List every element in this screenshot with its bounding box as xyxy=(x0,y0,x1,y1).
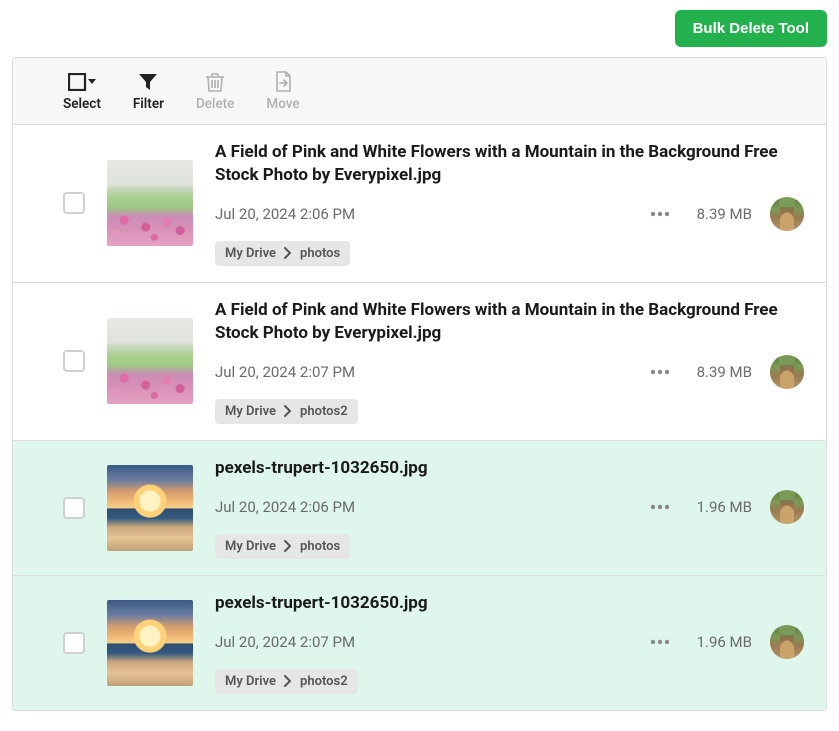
delete-tool: Delete xyxy=(196,72,234,112)
move-tool: Move xyxy=(266,72,299,112)
file-list: A Field of Pink and White Flowers with a… xyxy=(13,125,826,710)
more-actions-button[interactable] xyxy=(646,500,674,514)
filter-icon xyxy=(138,72,158,92)
owner-avatar[interactable] xyxy=(770,490,804,524)
delete-label: Delete xyxy=(196,96,234,112)
chevron-right-icon xyxy=(284,405,292,417)
toolbar: Select Filter Delete xyxy=(13,58,826,125)
file-midline: Jul 20, 2024 2:06 PM 8.39 MB xyxy=(215,197,804,231)
trash-icon xyxy=(206,72,224,92)
filter-label: Filter xyxy=(133,96,164,112)
file-size: 8.39 MB xyxy=(692,205,752,223)
chevron-right-icon xyxy=(284,540,292,552)
row-checkbox[interactable] xyxy=(63,350,85,372)
file-title: pexels-trupert-1032650.jpg xyxy=(215,592,804,615)
more-actions-button[interactable] xyxy=(646,365,674,379)
more-actions-button[interactable] xyxy=(646,207,674,221)
file-path-chip[interactable]: My Drive photos2 xyxy=(215,399,358,424)
move-label: Move xyxy=(266,96,299,112)
file-path-chip[interactable]: My Drive photos xyxy=(215,534,350,559)
owner-avatar[interactable] xyxy=(770,355,804,389)
file-size: 1.96 MB xyxy=(692,498,752,516)
select-label: Select xyxy=(63,96,101,112)
file-date: Jul 20, 2024 2:07 PM xyxy=(215,363,628,381)
path-folder: photos2 xyxy=(300,404,348,419)
file-date: Jul 20, 2024 2:06 PM xyxy=(215,498,628,516)
file-row[interactable]: pexels-trupert-1032650.jpg Jul 20, 2024 … xyxy=(13,441,826,576)
row-checkbox[interactable] xyxy=(63,632,85,654)
file-title: A Field of Pink and White Flowers with a… xyxy=(215,299,804,345)
more-horizontal-icon xyxy=(650,639,670,645)
file-row[interactable]: A Field of Pink and White Flowers with a… xyxy=(13,125,826,283)
bulk-delete-button[interactable]: Bulk Delete Tool xyxy=(675,10,827,47)
path-root: My Drive xyxy=(225,246,276,261)
file-panel: Select Filter Delete xyxy=(12,57,827,711)
more-horizontal-icon xyxy=(650,211,670,217)
move-file-icon xyxy=(274,72,292,92)
file-meta: pexels-trupert-1032650.jpg Jul 20, 2024 … xyxy=(215,457,804,559)
chevron-right-icon xyxy=(284,247,292,259)
file-meta: A Field of Pink and White Flowers with a… xyxy=(215,299,804,424)
file-meta: pexels-trupert-1032650.jpg Jul 20, 2024 … xyxy=(215,592,804,694)
file-midline: Jul 20, 2024 2:07 PM 8.39 MB xyxy=(215,355,804,389)
more-horizontal-icon xyxy=(650,369,670,375)
path-root: My Drive xyxy=(225,539,276,554)
more-horizontal-icon xyxy=(650,504,670,510)
more-actions-button[interactable] xyxy=(646,635,674,649)
file-row[interactable]: A Field of Pink and White Flowers with a… xyxy=(13,283,826,441)
path-root: My Drive xyxy=(225,674,276,689)
file-path-chip[interactable]: My Drive photos xyxy=(215,241,350,266)
path-folder: photos2 xyxy=(300,674,348,689)
row-checkbox[interactable] xyxy=(63,192,85,214)
file-title: pexels-trupert-1032650.jpg xyxy=(215,457,804,480)
file-midline: Jul 20, 2024 2:06 PM 1.96 MB xyxy=(215,490,804,524)
filter-tool[interactable]: Filter xyxy=(133,72,164,112)
top-actions: Bulk Delete Tool xyxy=(12,10,827,47)
file-meta: A Field of Pink and White Flowers with a… xyxy=(215,141,804,266)
file-row[interactable]: pexels-trupert-1032650.jpg Jul 20, 2024 … xyxy=(13,576,826,710)
file-date: Jul 20, 2024 2:06 PM xyxy=(215,205,628,223)
file-thumbnail[interactable] xyxy=(107,600,193,686)
owner-avatar[interactable] xyxy=(770,625,804,659)
file-date: Jul 20, 2024 2:07 PM xyxy=(215,633,628,651)
file-thumbnail[interactable] xyxy=(107,160,193,246)
row-checkbox[interactable] xyxy=(63,497,85,519)
select-tool[interactable]: Select xyxy=(63,72,101,112)
path-folder: photos xyxy=(300,246,340,261)
chevron-right-icon xyxy=(284,675,292,687)
path-folder: photos xyxy=(300,539,340,554)
file-size: 8.39 MB xyxy=(692,363,752,381)
file-midline: Jul 20, 2024 2:07 PM 1.96 MB xyxy=(215,625,804,659)
file-size: 1.96 MB xyxy=(692,633,752,651)
file-thumbnail[interactable] xyxy=(107,318,193,404)
owner-avatar[interactable] xyxy=(770,197,804,231)
file-title: A Field of Pink and White Flowers with a… xyxy=(215,141,804,187)
path-root: My Drive xyxy=(225,404,276,419)
select-checkbox-icon xyxy=(68,72,96,92)
file-path-chip[interactable]: My Drive photos2 xyxy=(215,669,358,694)
file-thumbnail[interactable] xyxy=(107,465,193,551)
